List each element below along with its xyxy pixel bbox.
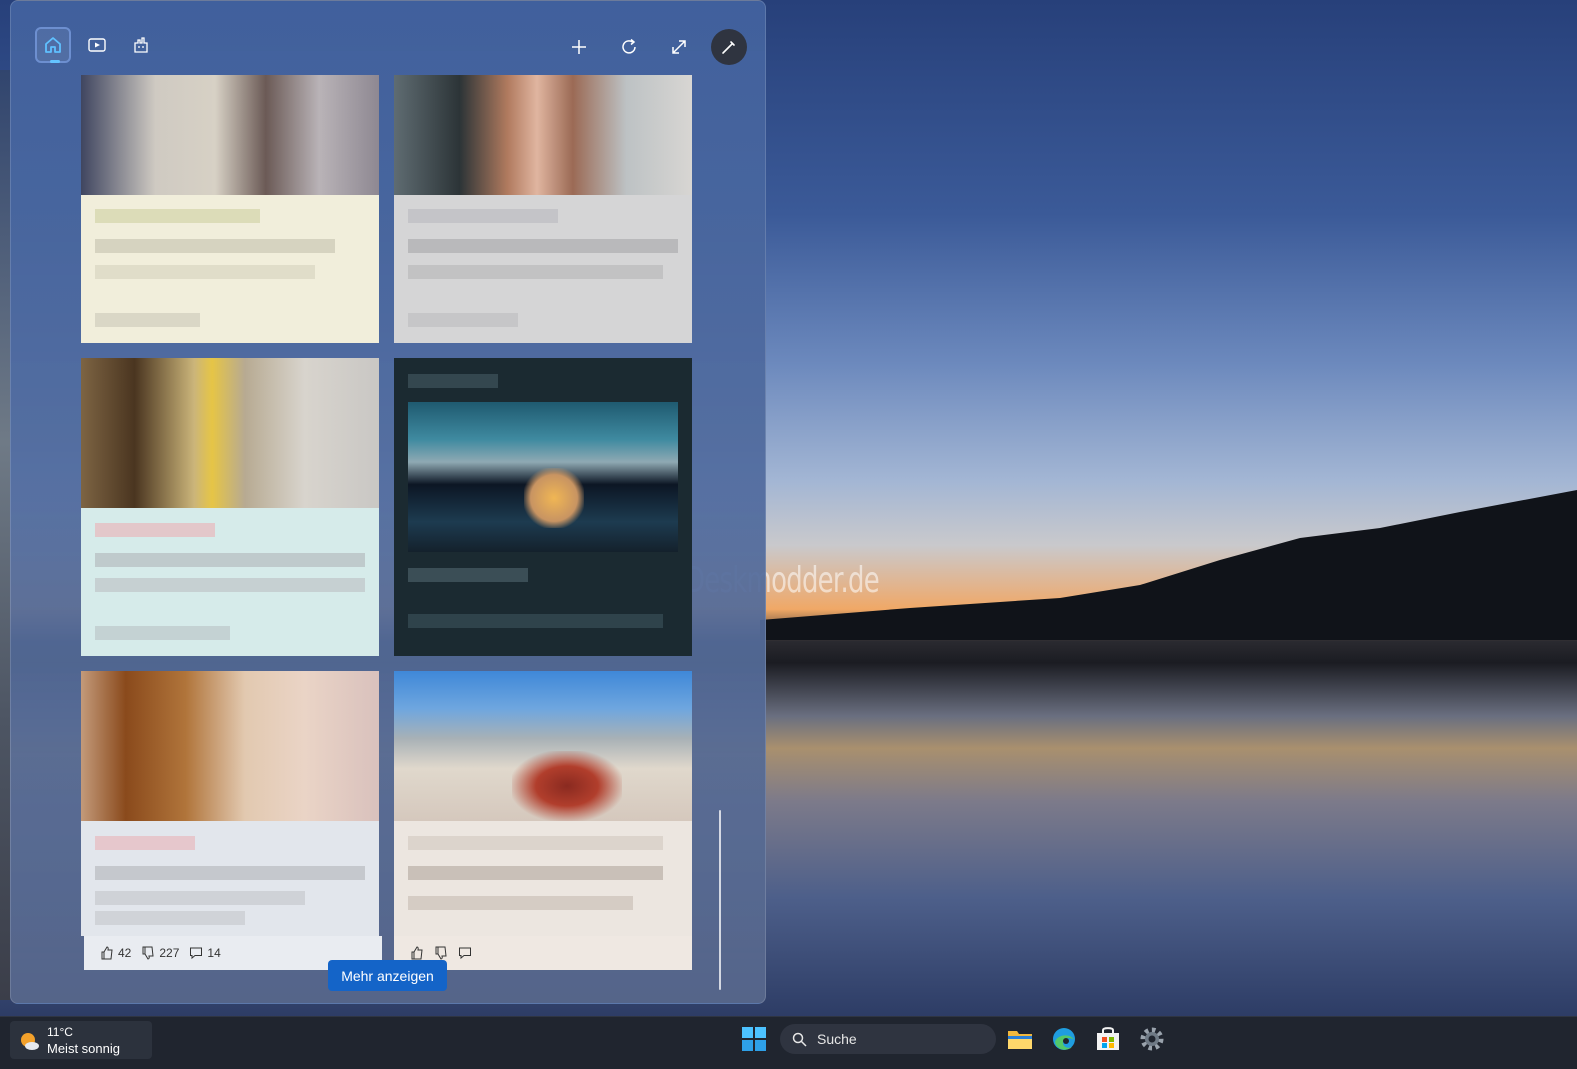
thumbs-up-icon [101, 946, 113, 960]
search-placeholder: Suche [817, 1031, 857, 1047]
mountain-silhouette [760, 490, 1577, 640]
search-icon [792, 1032, 807, 1047]
text-placeholder [408, 866, 663, 880]
like-button[interactable] [410, 946, 424, 960]
text-placeholder [408, 265, 663, 279]
text-placeholder [95, 891, 305, 905]
news-card[interactable] [394, 358, 692, 656]
like-count: 42 [118, 946, 132, 960]
tab-games[interactable] [123, 27, 159, 63]
news-card[interactable] [81, 75, 379, 343]
like-button[interactable]: 42 [100, 946, 131, 960]
card-image-detail [524, 468, 584, 528]
personalize-button[interactable] [711, 29, 747, 65]
dislike-button[interactable]: 227 [141, 946, 179, 960]
file-explorer-icon[interactable] [1007, 1026, 1033, 1052]
weather-widget[interactable]: 11°C Meist sonnig [10, 1021, 152, 1059]
text-placeholder [95, 523, 215, 537]
taskbar-search[interactable]: Suche [780, 1024, 996, 1054]
text-placeholder [95, 553, 365, 567]
partly-sunny-icon [21, 1033, 39, 1050]
thumbs-down-icon [142, 946, 154, 960]
home-icon [45, 37, 61, 53]
microsoft-store-icon[interactable] [1095, 1026, 1121, 1052]
text-placeholder [408, 374, 498, 388]
text-placeholder [408, 896, 633, 910]
text-placeholder [408, 836, 663, 850]
text-placeholder [408, 568, 528, 582]
card-image [81, 671, 379, 821]
comment-button[interactable]: 14 [189, 946, 221, 960]
personalize-icon [722, 41, 735, 54]
card-image-detail [512, 751, 622, 821]
text-placeholder [95, 911, 245, 925]
text-placeholder [95, 578, 365, 592]
weather-temperature: 11°C [47, 1025, 73, 1039]
thumbs-up-icon [411, 946, 423, 960]
dislike-count: 227 [159, 946, 180, 960]
text-placeholder [408, 313, 518, 327]
text-placeholder [95, 313, 200, 327]
add-icon [572, 40, 586, 54]
expand-icon [672, 40, 686, 54]
text-placeholder [95, 626, 230, 640]
show-more-button[interactable]: Mehr anzeigen [328, 960, 447, 991]
expand-button[interactable] [661, 29, 697, 65]
weather-condition: Meist sonnig [47, 1041, 120, 1056]
thumbs-down-icon [435, 946, 447, 960]
text-placeholder [95, 209, 260, 223]
text-placeholder [408, 239, 678, 253]
text-placeholder [408, 209, 558, 223]
edge-browser-icon[interactable] [1051, 1026, 1077, 1052]
comment-icon [459, 947, 471, 960]
dislike-button[interactable] [434, 946, 448, 960]
text-placeholder [95, 836, 195, 850]
widgets-toolbar [33, 27, 747, 67]
desktop-edge [0, 70, 10, 1000]
comment-count: 14 [207, 946, 221, 960]
card-image [394, 75, 692, 195]
refresh-icon [622, 38, 636, 54]
news-card[interactable] [81, 671, 379, 936]
video-icon [88, 38, 106, 52]
feed-scrollbar[interactable] [719, 810, 721, 990]
text-placeholder [95, 265, 315, 279]
windows-start-icon[interactable] [742, 1027, 766, 1051]
refresh-button[interactable] [611, 29, 647, 65]
comment-button[interactable] [458, 946, 472, 960]
text-placeholder [95, 239, 335, 253]
games-icon [134, 37, 148, 53]
settings-gear-icon[interactable] [1139, 1026, 1165, 1052]
add-widget-button[interactable] [561, 29, 597, 65]
news-card[interactable] [394, 671, 692, 936]
news-card[interactable] [394, 75, 692, 343]
news-card[interactable] [81, 358, 379, 656]
card-image [81, 358, 379, 508]
text-placeholder [408, 614, 663, 628]
comment-icon [190, 947, 203, 960]
tab-video[interactable] [79, 27, 115, 63]
card-image [81, 75, 379, 195]
text-placeholder [95, 866, 365, 880]
tab-home[interactable] [35, 27, 71, 63]
